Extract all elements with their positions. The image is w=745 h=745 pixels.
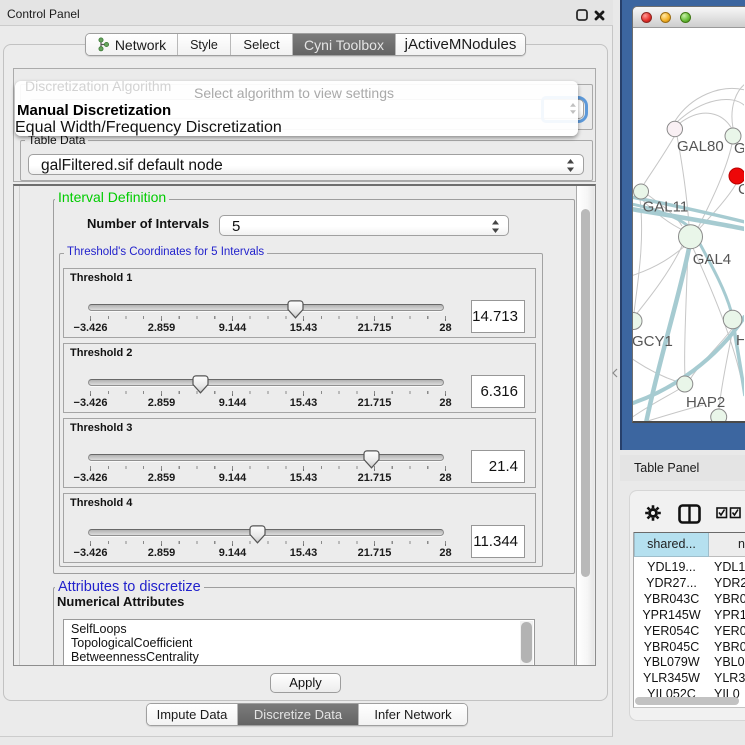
svg-text:H: H (736, 332, 744, 349)
svg-text:GCY1: GCY1 (633, 333, 673, 350)
svg-text:C: C (738, 181, 744, 198)
svg-text:GAL4: GAL4 (693, 251, 731, 268)
svg-text:GAL80: GAL80 (677, 138, 724, 155)
svg-text:GA: GA (734, 140, 744, 157)
svg-text:GAL11: GAL11 (643, 199, 689, 216)
svg-text:HAP2: HAP2 (686, 394, 725, 411)
